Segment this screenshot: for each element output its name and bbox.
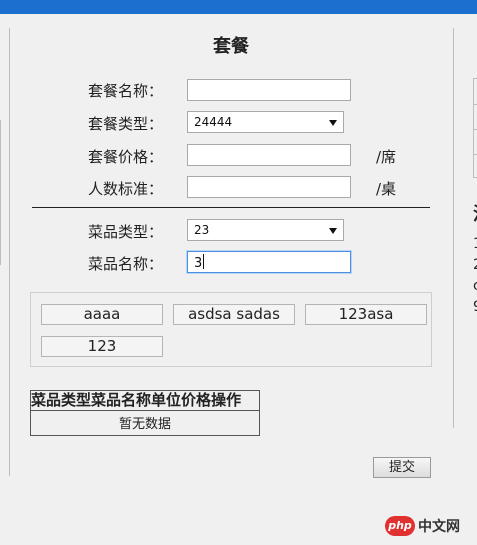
dish-type-label: 菜品类型： [88, 223, 164, 241]
package-type-label: 套餐类型： [88, 115, 164, 133]
package-price-label: 套餐价格： [88, 148, 164, 166]
column-header-unit: 单位 [151, 391, 182, 409]
column-header-dish-name: 菜品名称 [91, 391, 152, 409]
right-panel-table [473, 78, 477, 178]
right-divider [453, 28, 454, 428]
php-logo-badge: php [385, 516, 415, 536]
people-standard-input[interactable] [187, 176, 351, 198]
column-header-price: 价格 [181, 391, 212, 409]
right-panel-line: 1 [473, 236, 477, 252]
table-empty-text: 暂无数据 [118, 417, 171, 432]
package-type-select[interactable]: 24444 [187, 111, 344, 133]
dish-name-label: 菜品名称： [88, 255, 164, 273]
price-unit-label: /席 [376, 148, 397, 166]
right-panel-line: c [473, 278, 477, 294]
dish-item[interactable]: 123asa [305, 304, 427, 325]
dish-list: aaaa asdsa sadas 123asa 123 [30, 292, 432, 367]
dish-item[interactable]: aaaa [41, 304, 163, 325]
chevron-down-icon [329, 228, 337, 234]
right-panel-line: 9 [473, 299, 477, 315]
dish-name-input[interactable]: 3 [187, 251, 351, 273]
right-panel-heading: 活 [473, 200, 477, 226]
dish-type-select[interactable]: 23 [187, 219, 344, 241]
watermark-site-name: 中文网 [418, 519, 460, 535]
column-header-dish-type: 菜品类型 [31, 391, 92, 409]
right-panel-line: 2 [473, 257, 477, 273]
dish-type-value: 23 [194, 223, 210, 237]
column-header-action: 操作 [211, 391, 242, 409]
table-header-row: 菜品类型菜品名称单位价格操作 [31, 391, 259, 411]
php-cn-watermark: php 中文网 [385, 515, 460, 537]
selected-dishes-table: 菜品类型菜品名称单位价格操作 暂无数据 [30, 390, 260, 436]
dish-item[interactable]: 123 [41, 336, 163, 357]
package-price-input[interactable] [187, 144, 351, 166]
chevron-down-icon [329, 120, 337, 126]
section-divider [32, 207, 430, 208]
package-type-value: 24444 [194, 115, 233, 129]
page-title: 套餐 [213, 36, 249, 57]
people-standard-label: 人数标准： [88, 180, 164, 198]
package-name-input[interactable] [187, 79, 351, 101]
left-divider [9, 28, 10, 476]
submit-button[interactable]: 提交 [373, 457, 431, 478]
people-unit-label: /桌 [376, 180, 397, 198]
package-name-label: 套餐名称： [88, 82, 164, 100]
dish-name-value: 3 [194, 256, 203, 271]
dish-item[interactable]: asdsa sadas [173, 304, 295, 325]
text-cursor [203, 254, 205, 269]
left-edge-line [0, 120, 1, 265]
top-bar [0, 0, 477, 14]
